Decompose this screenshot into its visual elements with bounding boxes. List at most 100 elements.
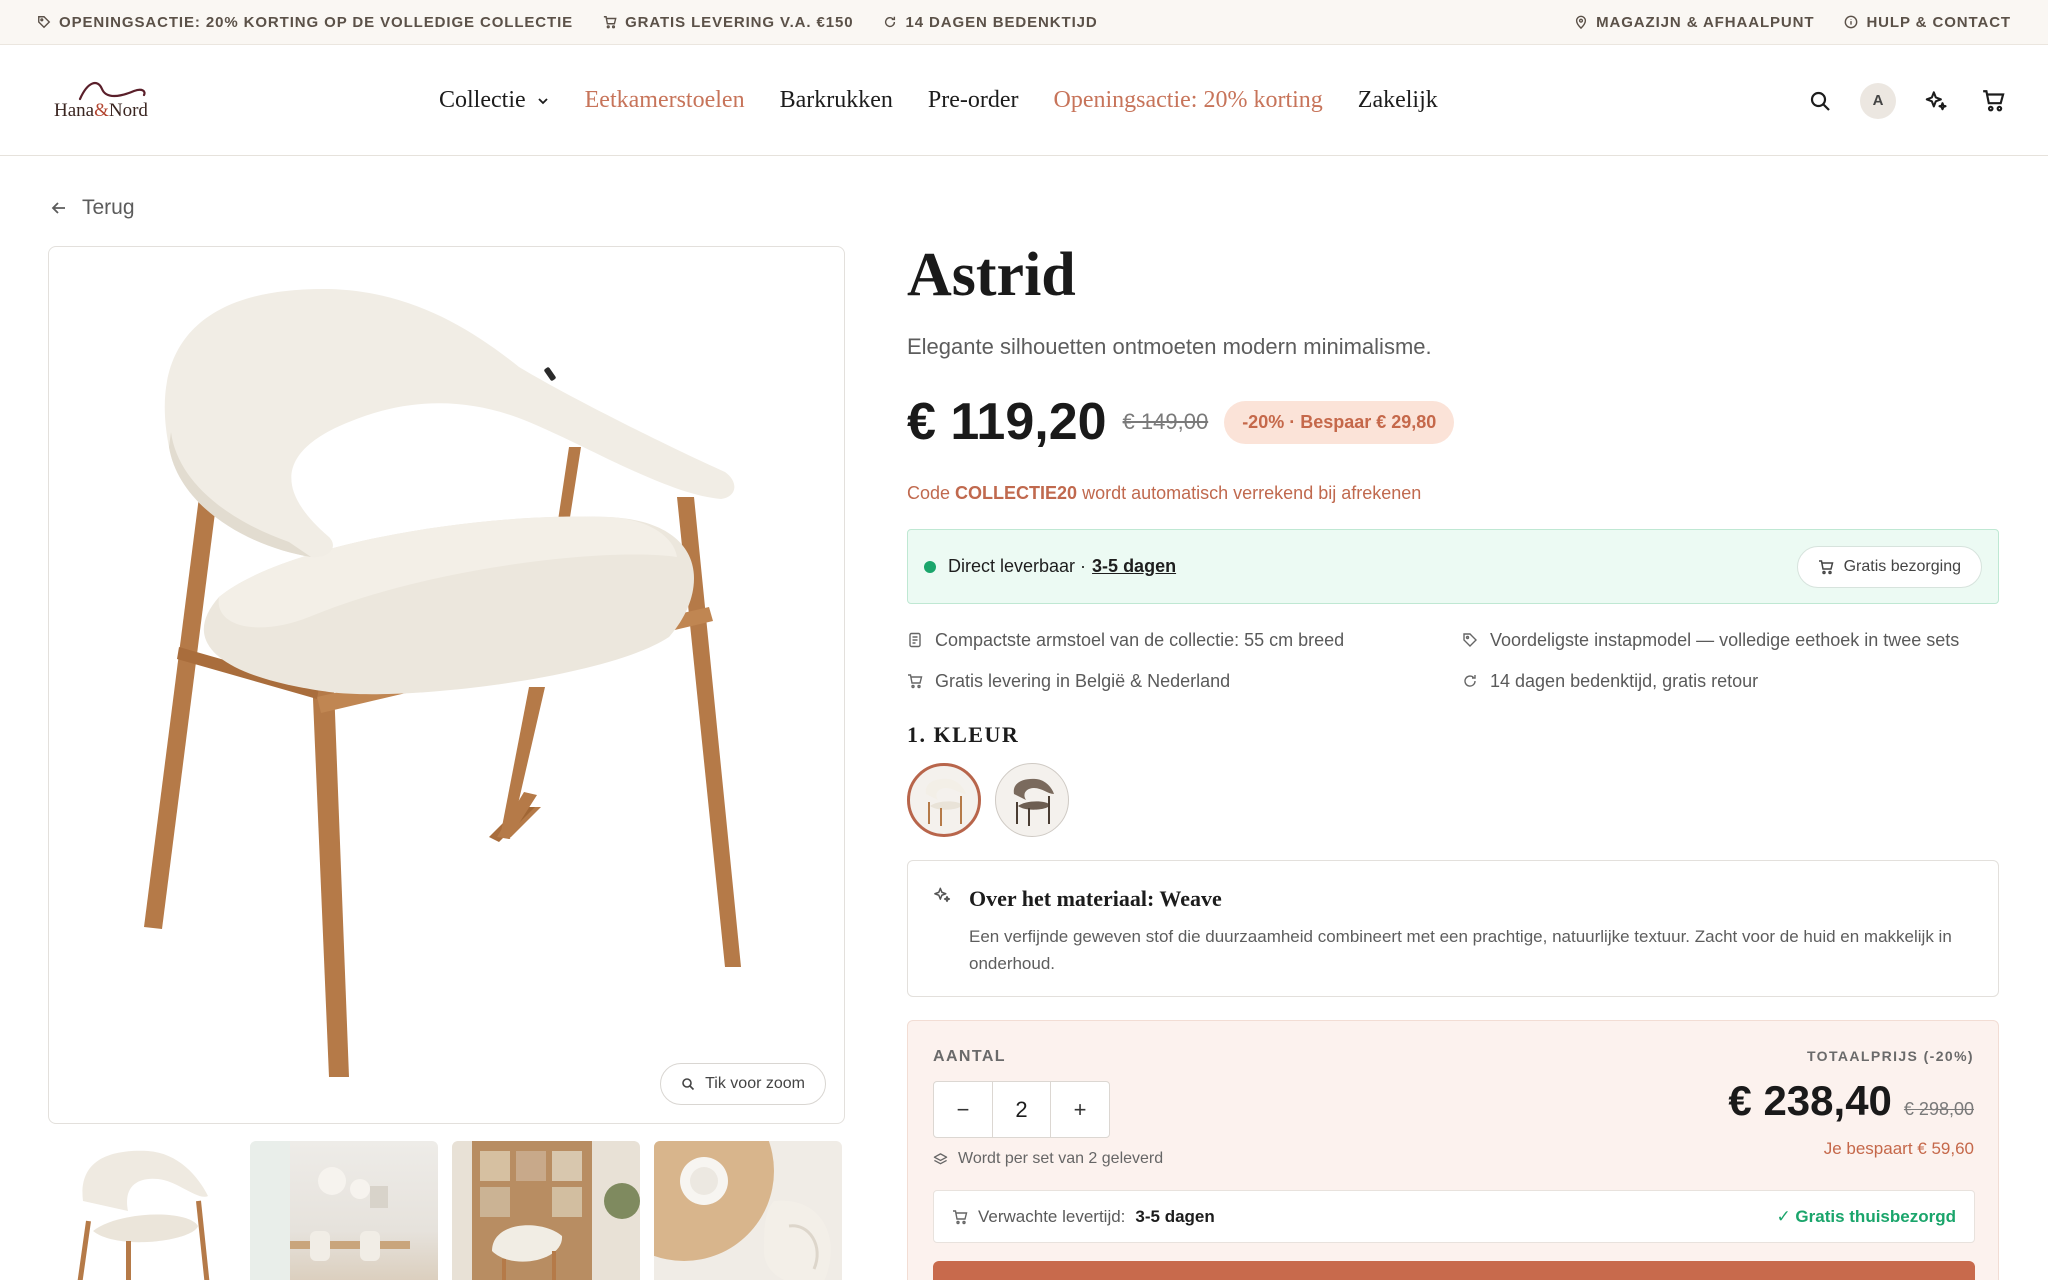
announcement-bar: OPENINGSACTIE: 20% KORTING OP DE VOLLEDI… (0, 0, 2048, 45)
back-link[interactable]: Terug (50, 196, 135, 220)
feature-item: 14 dagen bedenktijd, gratis retour (1462, 670, 1999, 692)
order-panel: AANTAL − 2 + Wordt per set van 2 gelever… (907, 1020, 1999, 1280)
search-icon (1810, 91, 1830, 111)
zoom-button[interactable]: Tik voor zoom (660, 1063, 826, 1105)
product-title: Astrid (907, 241, 1076, 309)
help-text: HULP & CONTACT (1866, 13, 2011, 31)
delivery-label: Verwachte levertijd: (978, 1206, 1126, 1226)
chair-swatch-image (925, 778, 966, 826)
feature-item: Gratis levering in België & Nederland (907, 670, 1462, 692)
back-label: Terug (82, 196, 135, 219)
feature-text: Voordeligste instapmodel — volledige eet… (1490, 629, 1960, 650)
header-actions: A (1802, 45, 2012, 156)
announcement-left: OPENINGSACTIE: 20% KORTING OP DE VOLLEDI… (37, 14, 1098, 31)
refresh-icon (885, 16, 896, 28)
store-link[interactable]: MAGAZIJN & AFHAALPUNT (1574, 14, 1814, 31)
chair-thumbnail-image (76, 1150, 211, 1280)
free-delivery-button[interactable]: Gratis bezorging (1796, 545, 1982, 588)
thumbnail-4[interactable] (654, 1141, 842, 1280)
chair-image (144, 288, 741, 1077)
color-swatches (907, 763, 1069, 837)
total-price-label: TOTAALPRIJS (-20%) (1806, 1048, 1974, 1064)
nav-preorder[interactable]: Pre-order (928, 87, 1019, 114)
color-swatch-beige[interactable] (907, 763, 981, 837)
account-avatar[interactable]: A (1860, 82, 1896, 119)
refresh-icon (1464, 675, 1476, 687)
delivery-days-link[interactable]: 3-5 dagen (1092, 556, 1176, 577)
stock-status: Direct leverbaar · (948, 556, 1087, 576)
nav-openingsactie[interactable]: Openingsactie: 20% korting (1054, 87, 1323, 114)
total-price-row: € 238,40 € 298,00 (1728, 1077, 1974, 1125)
sparkles-icon (1925, 90, 1947, 110)
add-to-cart-button[interactable] (933, 1261, 1975, 1280)
thumbnail-3[interactable] (452, 1141, 640, 1280)
material-title: Over het materiaal: Weave (969, 886, 1222, 911)
tag-icon (38, 16, 51, 29)
set-note: Wordt per set van 2 geleverd (933, 1150, 1163, 1168)
feature-item: Compactste armstoel van de collectie: 55… (907, 629, 1462, 651)
discount-code-note: Code COLLECTIE20 wordt automatisch verre… (907, 483, 1421, 504)
announcement-right: MAGAZIJN & AFHAALPUNT HULP & CONTACT (1574, 14, 2011, 31)
promo-announcement[interactable]: OPENINGSACTIE: 20% KORTING OP DE VOLLEDI… (37, 14, 573, 31)
savings-text: Je bespaart € 59,60 (1823, 1139, 1974, 1158)
decrease-quantity-button[interactable]: − (934, 1082, 992, 1137)
dining-room-image (250, 1141, 410, 1280)
map-pin-icon (1576, 15, 1587, 29)
document-icon (909, 632, 921, 648)
cart-icon (603, 16, 617, 29)
quantity-value[interactable]: 2 (992, 1082, 1051, 1137)
delivery-announcement: GRATIS LEVERING V.A. €150 (603, 14, 853, 31)
original-price: € 149,00 (1122, 409, 1209, 434)
thumbnail-1[interactable] (48, 1141, 236, 1280)
nav-collectie-label: Collectie (439, 87, 526, 113)
delivery-days: 3-5 dagen (1135, 1206, 1215, 1226)
search-button[interactable] (1802, 83, 1838, 119)
site-header: Hana&Nord Collectie Eetkamerstoelen Bark… (0, 45, 2048, 156)
price-row: € 119,20 € 149,00 -20% · Bespaar € 29,80 (907, 392, 1455, 452)
ai-assistant-button[interactable] (1918, 83, 1954, 119)
product-main-image[interactable]: Tik voor zoom (48, 246, 845, 1124)
set-note-text: Wordt per set van 2 geleverd (958, 1150, 1164, 1167)
nav-zakelijk[interactable]: Zakelijk (1358, 87, 1438, 114)
cart-icon (1818, 559, 1834, 574)
material-info-box: Over het materiaal: Weave Een verfijnde … (907, 860, 1999, 997)
delivery-text: GRATIS LEVERING V.A. €150 (625, 13, 854, 31)
total-original-price: € 298,00 (1903, 1099, 1974, 1119)
nav-collectie[interactable]: Collectie (439, 87, 550, 114)
main-nav: Collectie Eetkamerstoelen Barkrukken Pre… (439, 45, 1438, 156)
zoom-label: Tik voor zoom (705, 1075, 805, 1092)
chair-swatch-image (1013, 778, 1054, 826)
tag-icon (1463, 633, 1477, 647)
feature-text: Compactste armstoel van de collectie: 55… (935, 629, 1345, 650)
current-price: € 119,20 (907, 393, 1107, 451)
color-section-heading: 1. KLEUR (907, 722, 1020, 747)
shelf-scene-image (472, 1141, 640, 1280)
store-text: MAGAZIJN & AFHAALPUNT (1596, 13, 1815, 31)
cart-button[interactable] (1976, 83, 2012, 119)
color-swatch-taupe[interactable] (995, 763, 1069, 837)
cart-icon (908, 674, 923, 689)
returns-announcement: 14 DAGEN BEDENKTIJD (883, 14, 1097, 31)
feature-text: 14 dagen bedenktijd, gratis retour (1490, 670, 1759, 691)
nav-barkrukken[interactable]: Barkrukken (780, 87, 893, 114)
thumbnail-2[interactable] (250, 1141, 438, 1280)
returns-text: 14 DAGEN BEDENKTIJD (905, 13, 1098, 31)
stock-status-box: Direct leverbaar · 3-5 dagen Gratis bezo… (907, 529, 1999, 604)
expected-delivery-row: Verwachte levertijd: 3-5 dagen ✓ Gratis … (933, 1190, 1975, 1243)
in-stock-dot-icon (924, 560, 936, 573)
search-icon (682, 1078, 695, 1091)
cart-icon (1983, 89, 2005, 111)
free-delivery-label: Gratis bezorging (1843, 557, 1961, 575)
feature-item: Voordeligste instapmodel — volledige eet… (1462, 629, 1999, 651)
thumbnail-strip (48, 1141, 842, 1280)
increase-quantity-button[interactable]: + (1051, 1082, 1109, 1137)
nav-eetkamerstoelen[interactable]: Eetkamerstoelen (585, 87, 745, 114)
arrow-left-icon (51, 202, 65, 214)
help-link[interactable]: HULP & CONTACT (1844, 14, 2011, 31)
free-home-delivery: ✓ Gratis thuisbezorgd (1776, 1206, 1956, 1226)
table-setting-image (654, 1141, 831, 1280)
info-icon (1845, 15, 1858, 29)
brand-logo[interactable]: Hana&Nord (54, 77, 164, 127)
discount-code: COLLECTIE20 (955, 483, 1078, 503)
quantity-label: AANTAL (933, 1048, 1006, 1065)
